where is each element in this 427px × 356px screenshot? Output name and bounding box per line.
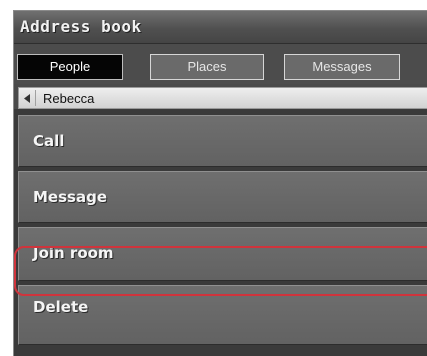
caret-left-icon <box>24 94 30 103</box>
tab-people[interactable]: People <box>17 54 123 80</box>
tab-places[interactable]: Places <box>150 54 264 80</box>
delete-button[interactable]: Delete <box>18 285 427 345</box>
join-room-button[interactable]: Join room <box>18 227 427 281</box>
delete-label: Delete <box>33 298 89 316</box>
tab-messages[interactable]: Messages <box>284 54 400 80</box>
call-label: Call <box>33 132 65 150</box>
breadcrumb-label: Rebecca <box>43 91 95 106</box>
title-bar: Address book <box>14 11 427 44</box>
message-button[interactable]: Message <box>18 171 427 223</box>
breadcrumb: Rebecca <box>18 87 427 109</box>
tab-bar: People Places Messages <box>14 44 427 84</box>
address-book-window: Address book People Places Messages Rebe… <box>13 10 427 356</box>
action-list: Call Message Join room Delete <box>14 109 427 356</box>
call-button[interactable]: Call <box>18 115 427 167</box>
join-room-label: Join room <box>33 244 114 262</box>
message-label: Message <box>33 188 107 206</box>
window-title: Address book <box>20 17 142 36</box>
back-button[interactable] <box>21 90 36 106</box>
